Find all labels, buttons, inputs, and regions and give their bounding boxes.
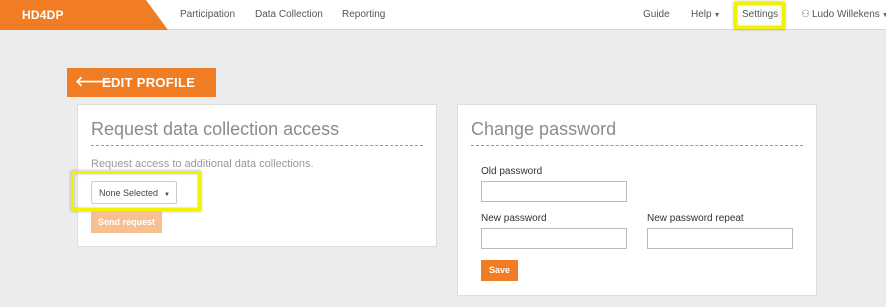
nav-user-name: Ludo Willekens <box>811 9 880 20</box>
panel-divider <box>91 145 423 146</box>
brand-logo[interactable]: HD4DP <box>0 0 170 30</box>
save-button[interactable]: Save <box>481 260 518 281</box>
send-request-button[interactable]: Send request <box>91 211 162 233</box>
chevron-down-icon: ▼ <box>713 12 721 19</box>
new-password-repeat-label: New password repeat <box>647 213 744 224</box>
chevron-down-icon: ▼ <box>881 12 886 19</box>
nav-data-collection[interactable]: Data Collection <box>255 9 323 20</box>
select-highlight <box>71 171 201 211</box>
nav-user-menu[interactable]: ⚇ Ludo Willekens ▼ <box>801 9 886 20</box>
request-panel-title: Request data collection access <box>91 119 340 139</box>
nav-help[interactable]: Help ▼ <box>691 9 721 20</box>
nav-help-label: Help <box>691 9 712 20</box>
edit-profile-header: 🡐 EDIT PROFILE <box>67 68 216 97</box>
nav-participation[interactable]: Participation <box>180 9 235 20</box>
settings-highlight <box>734 2 785 29</box>
password-panel-title: Change password <box>471 119 617 139</box>
new-password-label: New password <box>481 213 547 224</box>
old-password-field[interactable] <box>481 181 627 202</box>
request-description: Request access to additional data collec… <box>91 158 314 170</box>
user-icon: ⚇ <box>801 9 810 20</box>
nav-reporting[interactable]: Reporting <box>342 9 385 20</box>
new-password-field[interactable] <box>481 228 627 249</box>
page-title: EDIT PROFILE <box>102 75 196 90</box>
brand-name: HD4DP <box>22 8 64 22</box>
old-password-label: Old password <box>481 166 543 177</box>
panel-divider <box>471 145 803 146</box>
nav-guide[interactable]: Guide <box>643 9 670 20</box>
new-password-repeat-field[interactable] <box>647 228 793 249</box>
